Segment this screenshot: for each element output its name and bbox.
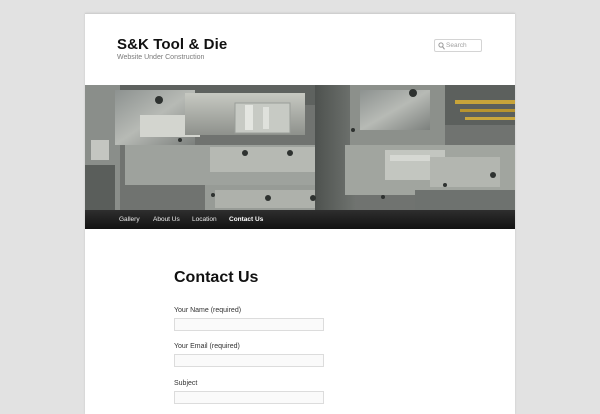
- main-navigation: Gallery About Us Location Contact Us: [85, 210, 515, 229]
- nav-item-contact-us[interactable]: Contact Us: [229, 210, 263, 229]
- page-container: S&K Tool & Die Website Under Constructio…: [85, 13, 515, 414]
- nav-item-location[interactable]: Location: [192, 210, 217, 229]
- header-banner-image: [85, 85, 515, 210]
- search-box[interactable]: [434, 39, 482, 52]
- subject-label: Subject: [174, 380, 198, 387]
- email-label: Your Email (required): [174, 343, 240, 350]
- name-field[interactable]: [174, 318, 324, 331]
- search-icon: [438, 42, 445, 50]
- name-label: Your Name (required): [174, 307, 242, 314]
- nav-item-about-us[interactable]: About Us: [153, 210, 180, 229]
- site-title[interactable]: S&K Tool & Die: [117, 36, 227, 53]
- subject-field[interactable]: [174, 391, 324, 404]
- machinery-photo: [85, 85, 515, 210]
- page-title: Contact Us: [174, 269, 259, 286]
- email-field[interactable]: [174, 354, 324, 367]
- site-description: Website Under Construction: [117, 54, 205, 61]
- nav-item-gallery[interactable]: Gallery: [119, 210, 140, 229]
- search-input[interactable]: [446, 40, 480, 51]
